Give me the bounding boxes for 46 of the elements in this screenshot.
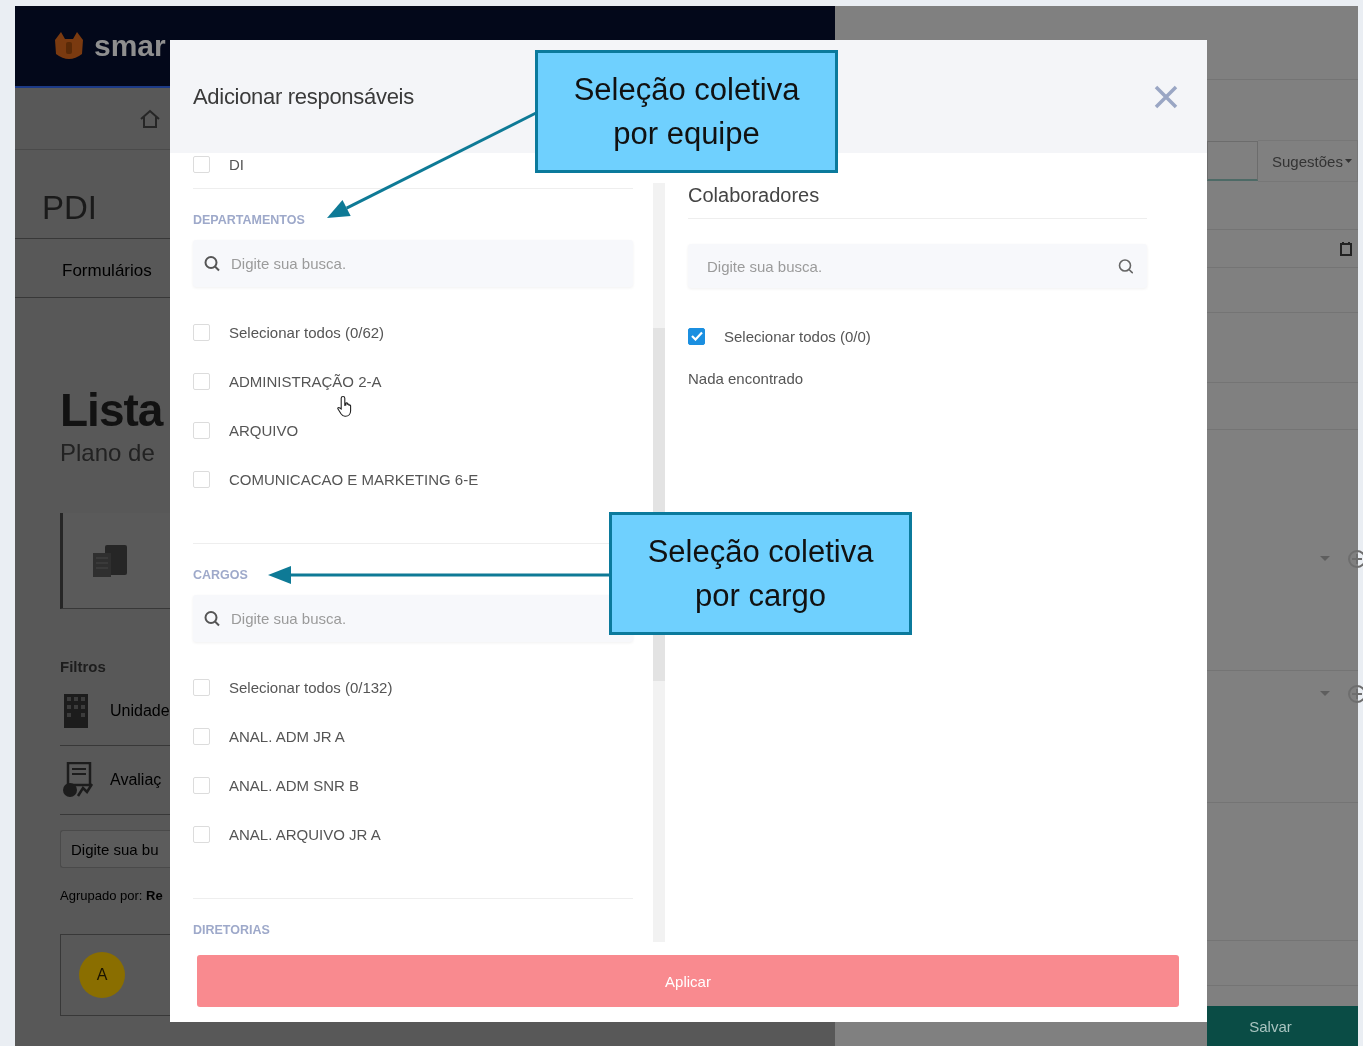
close-button[interactable] (1153, 83, 1179, 110)
page-heading: Lista (60, 384, 163, 436)
section-heading: DIRETORIAS (193, 923, 270, 938)
option-label[interactable]: ANAL. ARQUIVO JR A (229, 826, 381, 843)
section-heading: DEPARTAMENTOS (193, 213, 305, 228)
option-label[interactable]: COMUNICACAO E MARKETING 6-E (229, 471, 479, 488)
option-label[interactable]: ANAL. ADM JR A (229, 728, 345, 745)
search-icon (204, 610, 221, 627)
search-field[interactable]: Digite sua bu (60, 830, 170, 868)
option-label[interactable]: Selecionar todos (0/62) (229, 324, 385, 341)
logo-text: smar (94, 29, 166, 63)
page-title: PDI (42, 188, 97, 228)
dropdown-label: Sugestões (1272, 152, 1343, 170)
empty-message: Nada encontrado (688, 369, 805, 389)
search-icon (204, 255, 221, 272)
checkbox[interactable] (688, 327, 705, 345)
avatar: A (79, 952, 125, 998)
callout-note: Seleção coletiva por cargo (609, 512, 912, 635)
dialog-title: Adicionar responsáveis (193, 83, 414, 110)
option-label[interactable]: ANAL. ADM SNR B (229, 777, 360, 794)
plus-circle-icon[interactable] (1348, 684, 1363, 703)
option-label[interactable]: Selecionar todos (0/0) (724, 327, 871, 345)
section-heading: CARGOS (193, 568, 248, 583)
filters-title: Filtros (60, 657, 106, 677)
caret-icon[interactable] (1320, 691, 1330, 696)
grouped-by-label: Agrupado por: Re (60, 888, 163, 904)
plus-circle-icon[interactable] (1348, 549, 1363, 568)
option-label[interactable]: Selecionar todos (0/132) (229, 679, 393, 696)
search-icon (1118, 258, 1133, 274)
chart-icon (62, 762, 94, 798)
home-icon[interactable] (139, 107, 161, 130)
option-label[interactable]: ARQUIVO (229, 422, 299, 439)
callout-note: Seleção coletiva por equipe (535, 50, 838, 173)
option-label[interactable]: DI (229, 156, 244, 173)
caret-icon (1344, 159, 1352, 163)
search-field[interactable]: Digite sua busca. (193, 595, 633, 642)
search-field[interactable]: Digite sua busca. (688, 244, 1147, 288)
caret-icon[interactable] (1320, 556, 1330, 561)
hand-cursor-icon (337, 395, 354, 418)
option-label[interactable]: ADMINISTRAÇÃO 2-A (229, 373, 382, 390)
calendar-icon[interactable] (1340, 241, 1352, 256)
search-field[interactable]: Digite sua busca. (193, 240, 633, 287)
logo-icon (52, 30, 86, 62)
document-icon (91, 542, 129, 579)
save-button[interactable]: Salvar (1207, 1006, 1358, 1046)
column-heading: Colaboradores (688, 183, 1147, 219)
